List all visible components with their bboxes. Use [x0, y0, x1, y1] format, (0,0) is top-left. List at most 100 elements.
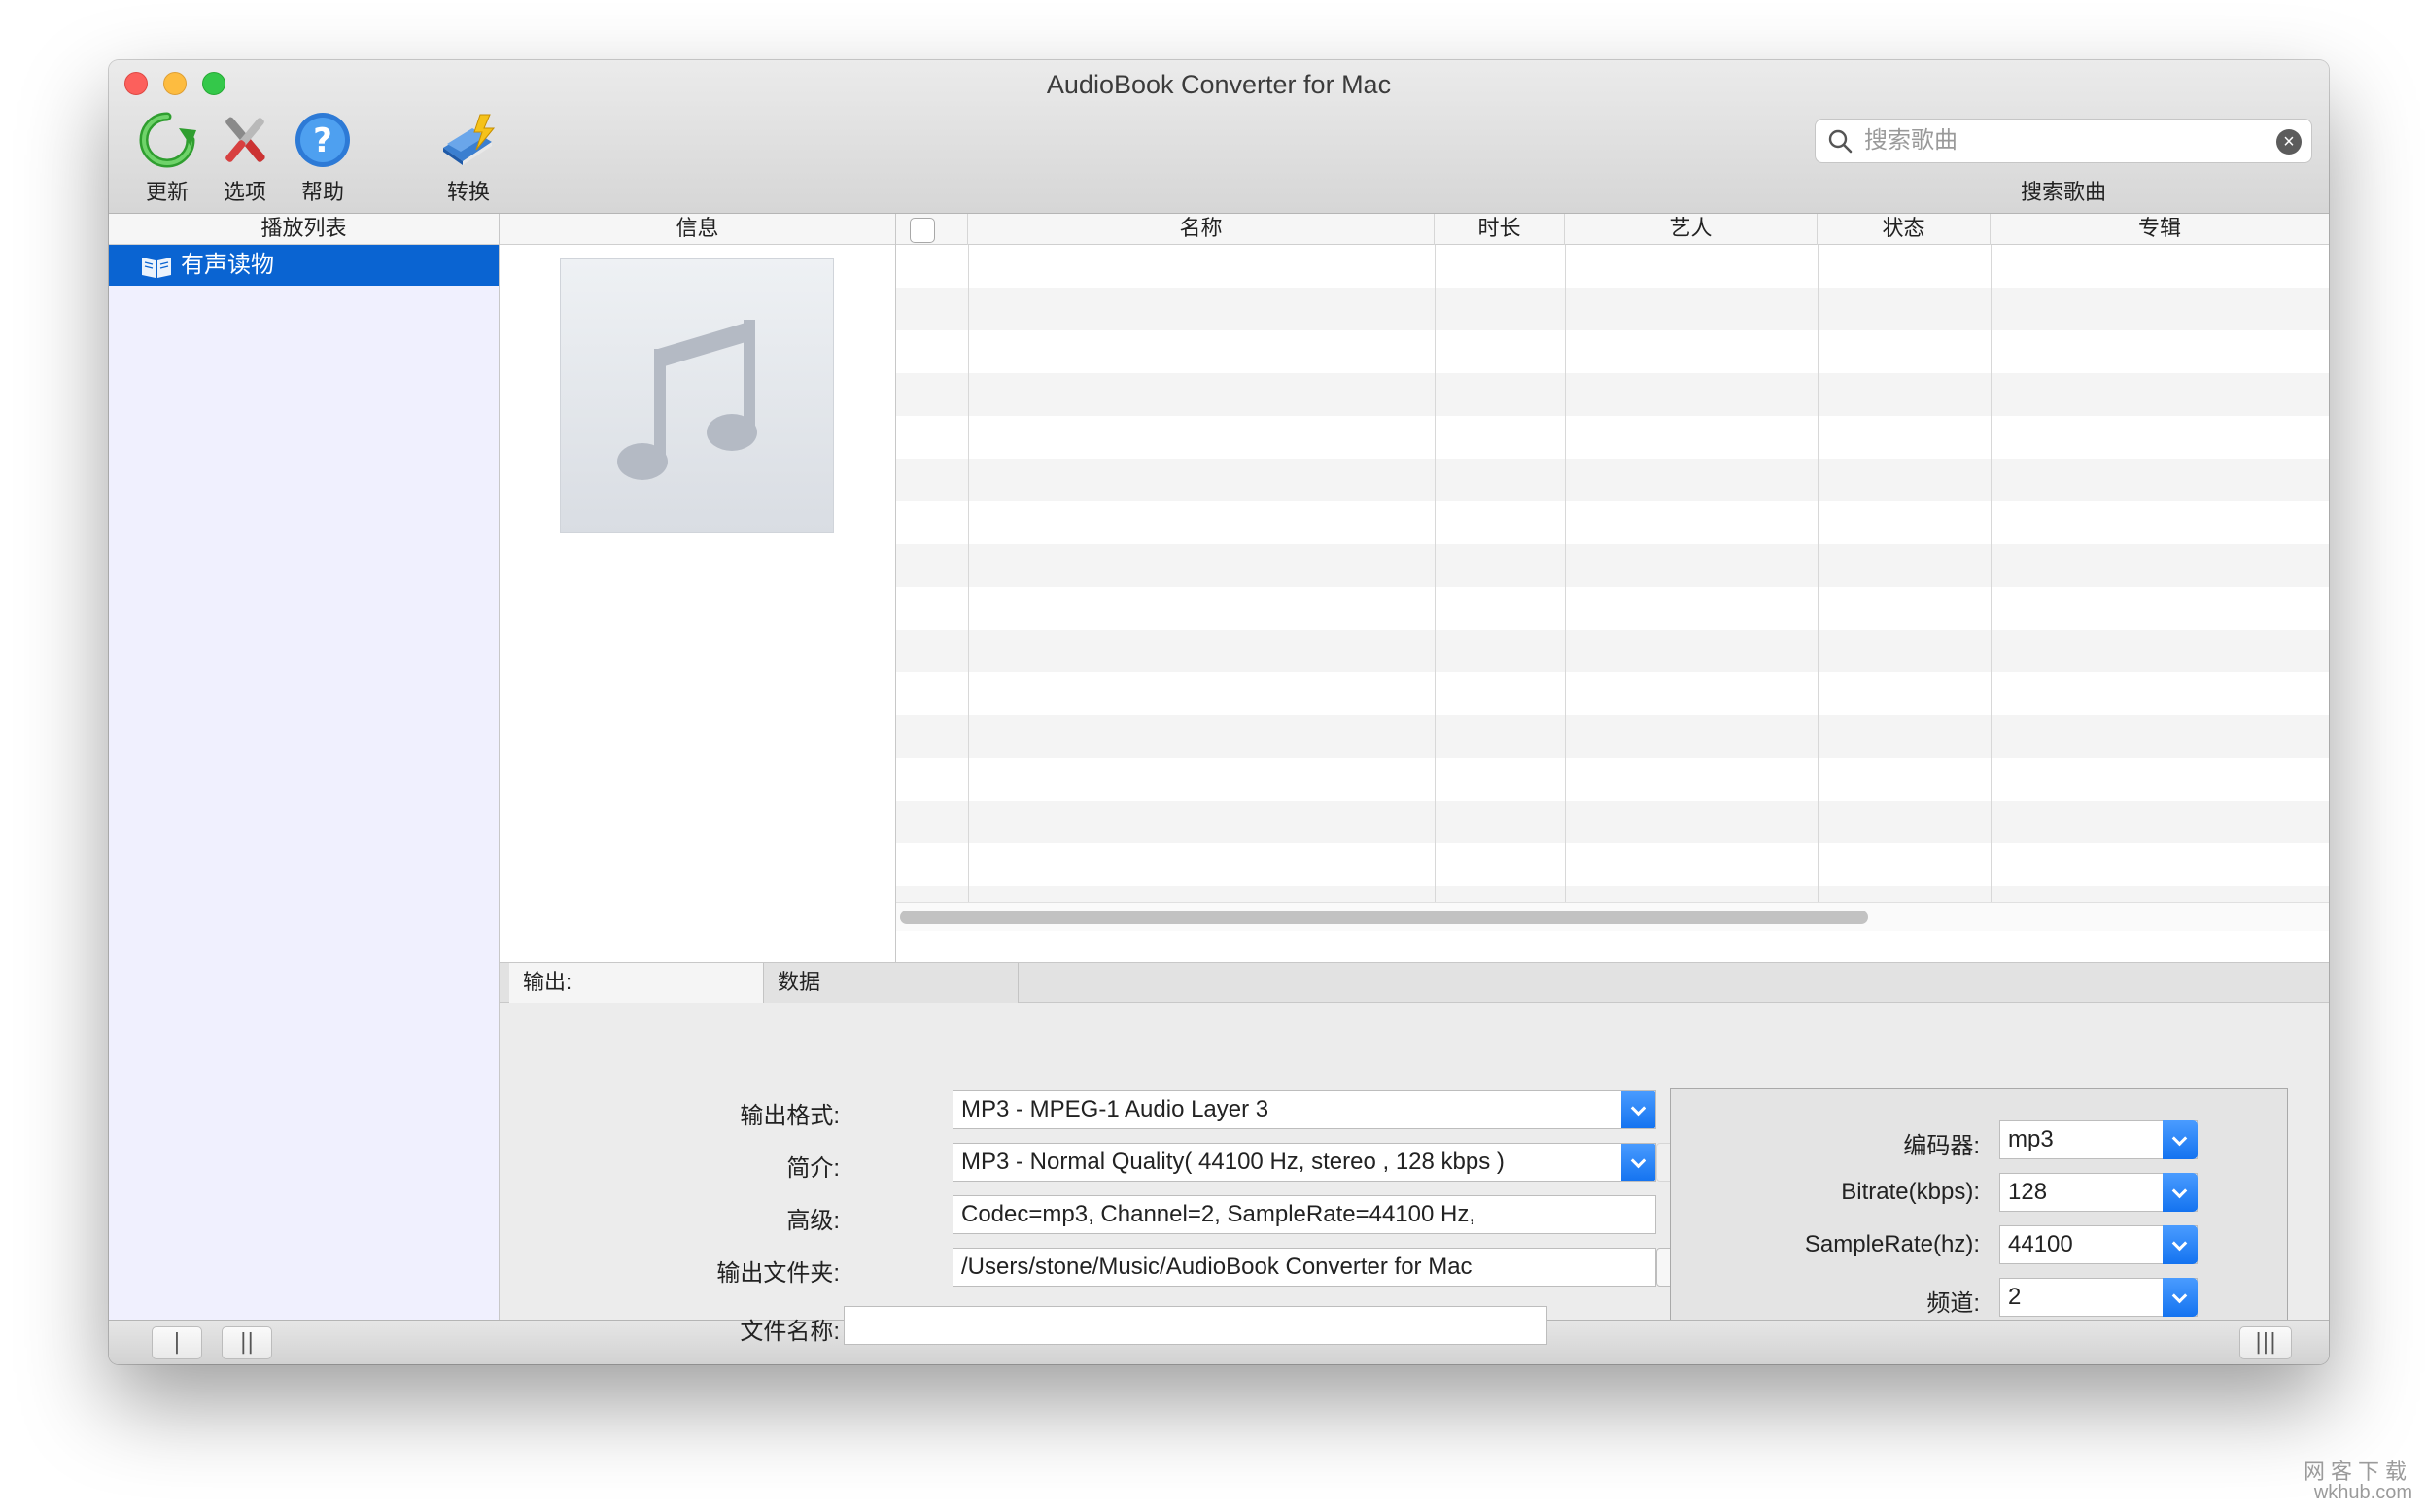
watermark: 网客下载 wkhub.com — [2303, 1460, 2412, 1503]
layout-three-button[interactable]: ||| — [2239, 1326, 2292, 1359]
bitrate-label: Bitrate(kbps): — [1841, 1179, 1980, 1205]
search-input[interactable] — [1864, 125, 2253, 156]
table-row — [896, 288, 2329, 330]
svg-text:?: ? — [313, 121, 332, 160]
options-label: 选项 — [223, 180, 266, 204]
output-folder-field[interactable]: /Users/stone/Music/AudioBook Converter f… — [953, 1248, 1656, 1287]
table-row — [896, 245, 2329, 288]
bitrate-value: 128 — [2008, 1179, 2048, 1205]
codec-settings-box: 编码器: mp3 Bitrate(kbps): 128 SampleRate(h… — [1670, 1088, 2288, 1357]
convert-button[interactable]: 转换 — [430, 109, 507, 206]
search-field[interactable]: × — [1815, 119, 2312, 163]
table-row — [896, 843, 2329, 886]
column-header-status[interactable]: 状态 — [1818, 214, 1991, 245]
refresh-button[interactable]: 更新 — [128, 109, 206, 206]
playlist-header: 播放列表 — [109, 214, 499, 245]
output-format-value: MP3 - MPEG-1 Audio Layer 3 — [961, 1096, 1269, 1122]
chevron-down-icon[interactable] — [2163, 1120, 2198, 1159]
samplerate-label: SampleRate(hz): — [1804, 1231, 1980, 1257]
table-row — [896, 459, 2329, 501]
column-divider — [1818, 245, 1819, 902]
encoder-value: mp3 — [2008, 1126, 2054, 1152]
search-caption: 搜索歌曲 — [2020, 180, 2106, 204]
options-button[interactable]: 选项 — [206, 109, 284, 206]
help-button[interactable]: ? 帮助 — [284, 109, 362, 206]
column-divider — [1991, 245, 1992, 902]
album-artwork — [560, 258, 834, 533]
table-row — [896, 672, 2329, 715]
column-header-duration[interactable]: 时长 — [1435, 214, 1565, 245]
profile-label: 简介: — [786, 1155, 840, 1182]
table-row — [896, 758, 2329, 801]
select-all-checkbox[interactable] — [910, 218, 935, 243]
profile-value: MP3 - Normal Quality( 44100 Hz, stereo ,… — [961, 1149, 1505, 1175]
chevron-down-icon[interactable] — [2163, 1225, 2198, 1264]
output-format-select[interactable]: MP3 - MPEG-1 Audio Layer 3 — [953, 1090, 1656, 1129]
samplerate-value: 44100 — [2008, 1231, 2073, 1257]
encoder-select[interactable]: mp3 — [1999, 1120, 2198, 1159]
table-row — [896, 330, 2329, 373]
chevron-down-icon[interactable] — [2163, 1173, 2198, 1212]
samplerate-select[interactable]: 44100 — [1999, 1225, 2198, 1264]
sidebar-item-label: 有声读物 — [181, 252, 274, 278]
chevron-down-icon[interactable] — [1621, 1091, 1655, 1128]
clear-search-icon[interactable]: × — [2276, 129, 2302, 155]
toolbar: AudioBook Converter for Mac 更新 选项 ? 帮助 转… — [109, 60, 2329, 214]
bitrate-select[interactable]: 128 — [1999, 1173, 2198, 1212]
filename-field[interactable] — [844, 1306, 1547, 1345]
column-divider — [1435, 245, 1436, 902]
table-rows — [896, 245, 2329, 929]
search-icon — [1827, 128, 1853, 154]
scrollbar-thumb[interactable] — [900, 911, 1868, 924]
horizontal-scrollbar[interactable] — [896, 902, 2329, 931]
watermark-line1: 网客下载 — [2303, 1460, 2412, 1484]
table-row — [896, 630, 2329, 672]
refresh-label: 更新 — [145, 180, 189, 204]
app-window: AudioBook Converter for Mac 更新 选项 ? 帮助 转… — [109, 60, 2329, 1364]
advanced-label: 高级: — [786, 1208, 840, 1234]
track-table: 名称 时长 艺人 状态 专辑 — [896, 214, 2329, 962]
tab-output[interactable]: 输出: — [509, 963, 764, 1004]
layout-two-button[interactable]: || — [222, 1326, 272, 1359]
window-title: AudioBook Converter for Mac — [1046, 70, 1392, 99]
output-tabs: 输出: 数据 — [500, 962, 2329, 1004]
filename-label: 文件名称: — [740, 1319, 840, 1345]
profile-select[interactable]: MP3 - Normal Quality( 44100 Hz, stereo ,… — [953, 1143, 1656, 1182]
convert-book-icon — [437, 109, 500, 171]
watermark-line2: wkhub.com — [2313, 1482, 2412, 1503]
column-divider — [1565, 245, 1566, 902]
table-row — [896, 587, 2329, 630]
refresh-icon — [136, 109, 198, 171]
encoder-label: 编码器: — [1903, 1133, 1980, 1159]
column-header-artist[interactable]: 艺人 — [1565, 214, 1818, 245]
info-header: 信息 — [500, 214, 895, 245]
table-row — [896, 715, 2329, 758]
chevron-down-icon[interactable] — [2163, 1278, 2198, 1317]
table-header: 名称 时长 艺人 状态 专辑 — [896, 214, 2329, 245]
layout-one-button[interactable]: | — [152, 1326, 202, 1359]
column-header-album[interactable]: 专辑 — [1991, 214, 2329, 245]
output-format-label: 输出格式: — [740, 1103, 840, 1129]
table-row — [896, 801, 2329, 843]
info-panel: 信息 — [500, 214, 896, 962]
convert-label: 转换 — [446, 180, 490, 204]
table-row — [896, 373, 2329, 416]
table-row — [896, 416, 2329, 459]
tools-icon — [214, 109, 276, 171]
column-divider — [968, 245, 969, 902]
playlist-sidebar: 播放列表 有声读物 — [109, 214, 500, 1320]
music-note-icon — [617, 320, 757, 480]
help-label: 帮助 — [300, 180, 344, 204]
select-all-column — [896, 214, 968, 245]
advanced-field[interactable]: Codec=mp3, Channel=2, SampleRate=44100 H… — [953, 1195, 1656, 1234]
channel-select[interactable]: 2 — [1999, 1278, 2198, 1317]
column-header-name[interactable]: 名称 — [968, 214, 1435, 245]
table-row — [896, 501, 2329, 544]
chevron-down-icon[interactable] — [1621, 1144, 1655, 1181]
channel-value: 2 — [2008, 1284, 2022, 1310]
tab-data[interactable]: 数据 — [764, 963, 1019, 1004]
channel-label: 频道: — [1926, 1290, 1980, 1317]
output-folder-label: 输出文件夹: — [716, 1260, 840, 1287]
table-row — [896, 544, 2329, 587]
sidebar-item-audiobooks[interactable]: 有声读物 — [109, 245, 499, 286]
